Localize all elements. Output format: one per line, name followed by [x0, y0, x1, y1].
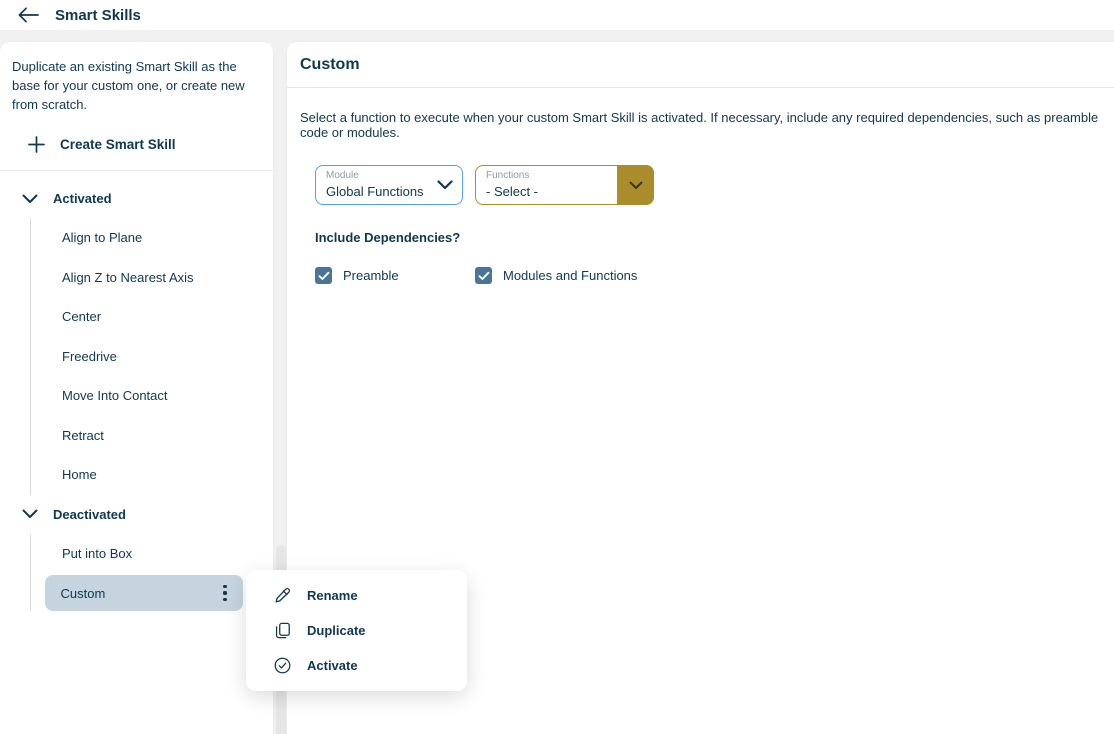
modules-functions-checkbox-group[interactable]: Modules and Functions: [475, 267, 637, 284]
preamble-checkbox-label: Preamble: [343, 268, 399, 283]
tree-item-label: Put into Box: [62, 546, 132, 561]
create-smart-skill-label: Create Smart Skill: [60, 137, 176, 152]
top-bar: Smart Skills: [0, 0, 1114, 30]
modules-functions-checkbox-checked[interactable]: [475, 267, 492, 284]
tree-item-home[interactable]: Home: [31, 455, 273, 495]
section-header-activated[interactable]: Activated: [0, 179, 273, 218]
tree-item-label: Align Z to Nearest Axis: [62, 270, 194, 285]
menu-item-rename[interactable]: Rename: [246, 578, 467, 613]
sidebar: Duplicate an existing Smart Skill as the…: [0, 42, 273, 734]
plus-icon: [28, 136, 45, 153]
tree-item-custom-selected[interactable]: Custom: [45, 575, 243, 611]
menu-item-label: Duplicate: [307, 623, 366, 638]
chevron-down-icon: [22, 194, 38, 204]
module-select[interactable]: Module Global Functions: [315, 165, 463, 205]
main-panel-header: Custom: [287, 42, 1114, 88]
menu-item-label: Activate: [307, 658, 358, 673]
pencil-icon: [273, 586, 292, 605]
tree-item-label: Home: [62, 467, 97, 482]
create-smart-skill-button[interactable]: Create Smart Skill: [28, 131, 273, 157]
dependencies-checkboxes: Preamble Modules and Functions: [315, 267, 1110, 284]
kebab-menu-icon[interactable]: [219, 581, 230, 606]
tree-item-label: Retract: [62, 428, 104, 443]
tree-item-label: Align to Plane: [62, 230, 142, 245]
duplicate-icon: [273, 621, 292, 640]
activated-items: Align to Plane Align Z to Nearest Axis C…: [30, 218, 273, 495]
main-title: Custom: [300, 56, 360, 74]
section-header-deactivated[interactable]: Deactivated: [0, 495, 273, 534]
select-row: Module Global Functions Functions - Sele…: [315, 165, 1110, 205]
context-menu: Rename Duplicate Activate: [246, 570, 467, 691]
chevron-down-icon: [629, 181, 643, 190]
page-title: Smart Skills: [55, 7, 141, 24]
chevron-down-icon: [437, 180, 453, 190]
module-select-value: Global Functions: [326, 184, 424, 199]
tree-item-label: Center: [62, 309, 101, 324]
tree-item-move-into-contact[interactable]: Move Into Contact: [31, 376, 273, 416]
tree-item-put-into-box[interactable]: Put into Box: [31, 534, 273, 574]
functions-select-dropdown-button[interactable]: [617, 165, 654, 205]
back-arrow-icon[interactable]: [17, 6, 40, 24]
tree-item-label: Freedrive: [62, 349, 117, 364]
menu-item-duplicate[interactable]: Duplicate: [246, 613, 467, 648]
functions-select-label: Functions: [486, 170, 529, 181]
section-label: Activated: [53, 191, 112, 206]
modules-functions-checkbox-label: Modules and Functions: [503, 268, 637, 283]
smart-skill-tree: Activated Align to Plane Align Z to Near…: [0, 171, 273, 611]
tree-item-center[interactable]: Center: [31, 297, 273, 337]
sidebar-description: Duplicate an existing Smart Skill as the…: [12, 57, 261, 114]
menu-item-activate[interactable]: Activate: [246, 648, 467, 683]
section-label: Deactivated: [53, 507, 126, 522]
functions-select-value: - Select -: [486, 184, 538, 199]
chevron-down-icon: [22, 509, 38, 519]
module-select-label: Module: [326, 170, 359, 181]
deactivated-items: Put into Box Custom: [30, 534, 273, 612]
tree-item-label: Custom: [61, 586, 106, 601]
tree-item-align-z-to-nearest-axis[interactable]: Align Z to Nearest Axis: [31, 258, 273, 298]
main-description: Select a function to execute when your c…: [300, 110, 1110, 140]
tree-item-freedrive[interactable]: Freedrive: [31, 337, 273, 377]
tree-item-retract[interactable]: Retract: [31, 416, 273, 456]
check-circle-icon: [273, 656, 292, 675]
preamble-checkbox-checked[interactable]: [315, 267, 332, 284]
tree-item-label: Move Into Contact: [62, 388, 168, 403]
preamble-checkbox-group[interactable]: Preamble: [315, 267, 475, 284]
menu-item-label: Rename: [307, 588, 358, 603]
functions-select[interactable]: Functions - Select -: [475, 165, 654, 205]
include-dependencies-heading: Include Dependencies?: [315, 230, 1110, 245]
tree-item-align-to-plane[interactable]: Align to Plane: [31, 218, 273, 258]
